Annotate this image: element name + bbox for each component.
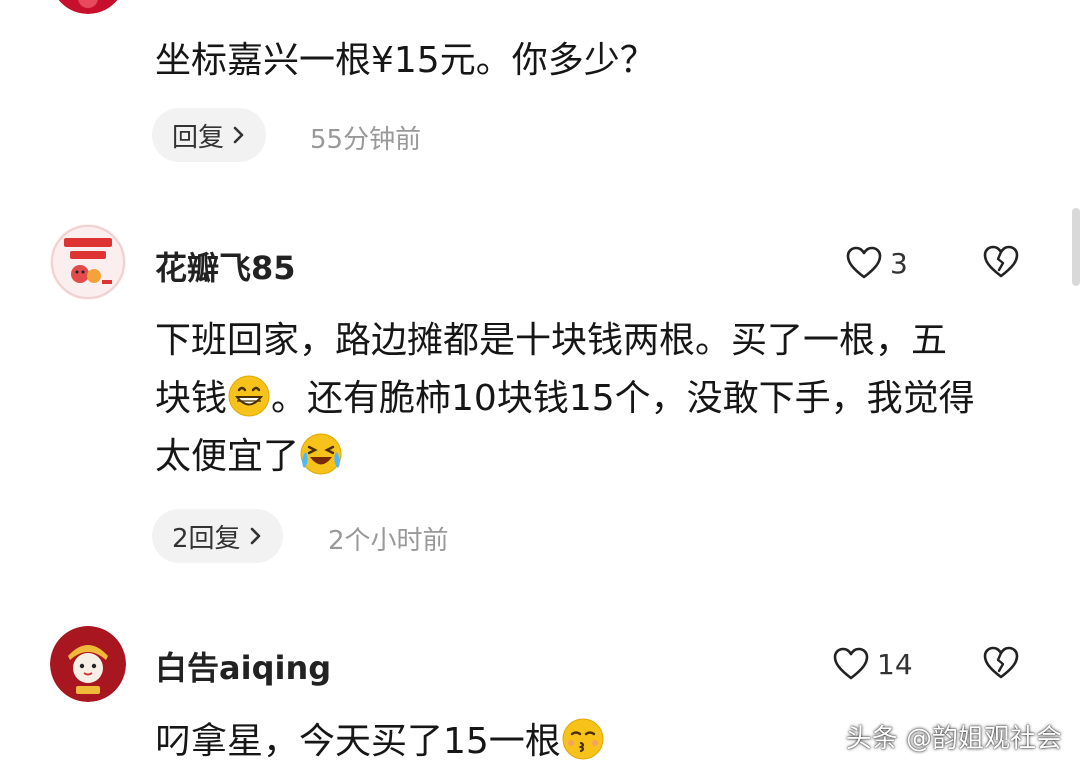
username[interactable]: 白告aiqing	[155, 643, 331, 689]
heart-icon	[846, 246, 882, 279]
avatar[interactable]	[50, 224, 126, 300]
like-count: 14	[877, 647, 913, 681]
laugh-cry-emoji-icon	[300, 433, 342, 475]
reply-button[interactable]: 2回复	[152, 509, 283, 563]
broken-heart-icon[interactable]	[983, 645, 1019, 681]
username[interactable]: 花瓣飞85	[155, 243, 296, 289]
timestamp: 55分钟前	[310, 125, 422, 155]
like-button[interactable]: 14	[833, 644, 913, 684]
comment-fragment: 。还有脆柿10块钱15个，没敢下手，我觉得	[271, 378, 975, 419]
comment-line: 块钱 。还有脆柿10块钱15个，没敢下手，我觉得	[155, 370, 1035, 428]
broken-heart-icon[interactable]	[983, 244, 1019, 280]
comment-line: 下班回家，路边摊都是十块钱两根。买了一根，五	[155, 320, 948, 361]
avatar-tiger-icon	[50, 626, 126, 702]
comment-fragment: 太便宜了	[155, 436, 300, 477]
kissing-emoji-icon	[562, 718, 604, 760]
reply-label: 回复	[172, 122, 225, 153]
comment-text: 坐标嘉兴一根¥15元。你多少？	[155, 32, 1035, 90]
chevron-right-icon	[233, 126, 244, 144]
grin-emoji-icon	[228, 375, 270, 417]
reply-label: 2回复	[172, 523, 241, 554]
avatar[interactable]	[50, 626, 126, 702]
watermark: 头条 @韵姐观社会	[845, 724, 1062, 754]
comment-fragment: 块钱	[155, 378, 228, 419]
like-button[interactable]: 3	[846, 243, 908, 283]
comment-line: 太便宜了	[155, 428, 1035, 486]
comment-text: 下班回家，路边摊都是十块钱两根。买了一根，五 块钱 。还有脆柿10块钱15个，没敢…	[155, 312, 1035, 486]
avatar-fortune-icon	[50, 224, 126, 300]
reply-button[interactable]: 回复	[152, 108, 267, 162]
comment-line: 坐标嘉兴一根¥15元。你多少？	[155, 40, 656, 81]
heart-icon	[833, 647, 869, 680]
comment-fragment: 叼拿星，今天买了15一根	[155, 721, 561, 762]
scrollbar-thumb[interactable]	[1072, 208, 1080, 286]
timestamp: 2个小时前	[328, 526, 449, 556]
chevron-right-icon	[250, 527, 260, 545]
avatar-top[interactable]	[50, 0, 126, 14]
like-count: 3	[890, 246, 908, 280]
